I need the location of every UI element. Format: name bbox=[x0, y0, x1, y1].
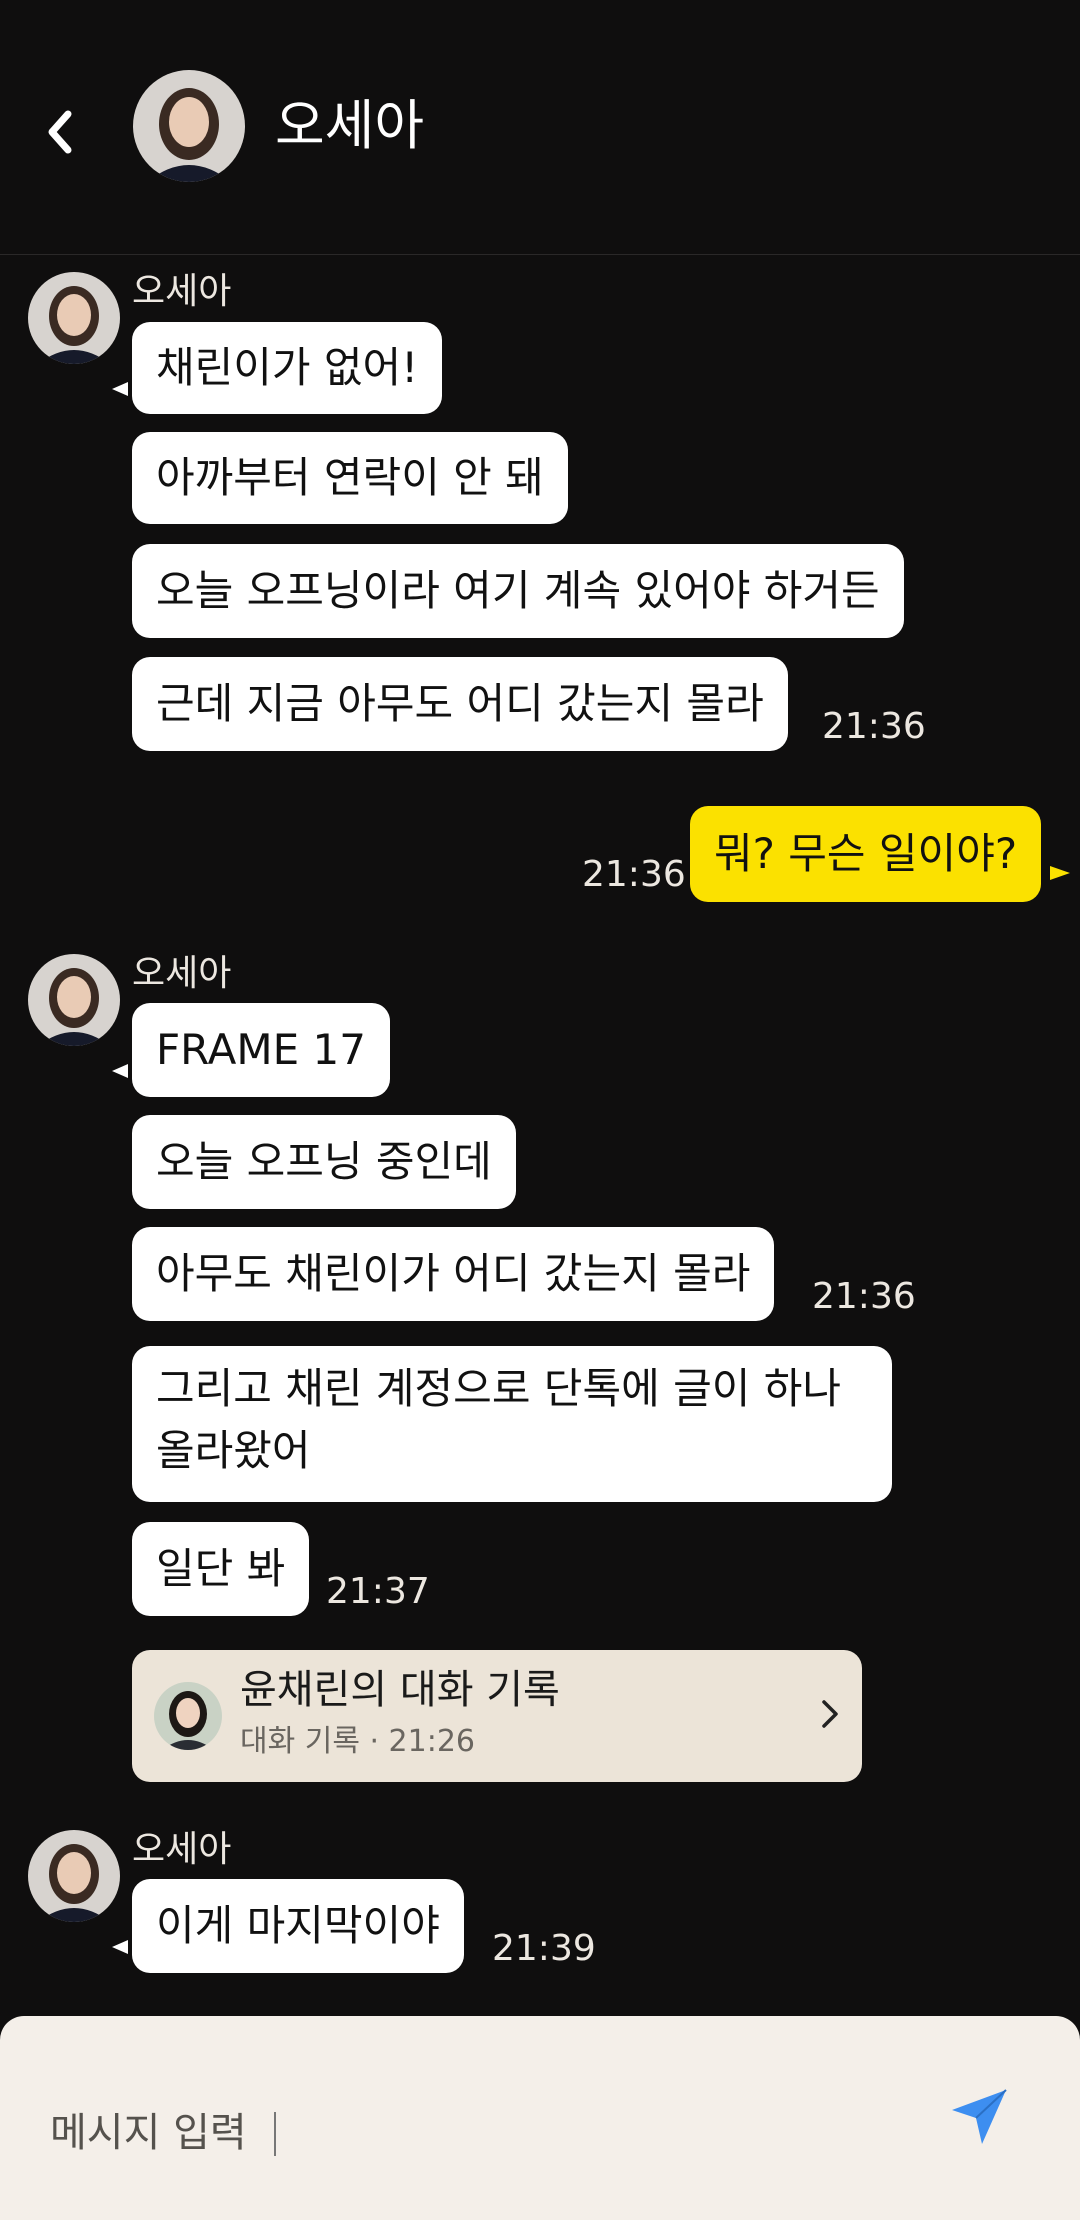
message-time: 21:36 bbox=[812, 1276, 916, 1317]
message-bubble[interactable]: 이게 마지막이야 bbox=[132, 1879, 464, 1973]
chat-record-card[interactable]: 윤채린의 대화 기록 대화 기록 · 21:26 bbox=[132, 1650, 862, 1782]
bubble-tail bbox=[112, 382, 128, 396]
chat-header: 오세아 bbox=[0, 0, 1080, 255]
message-input[interactable] bbox=[48, 2100, 872, 2166]
sender-avatar[interactable] bbox=[28, 1830, 120, 1922]
card-meta: 대화 기록 · 21:26 bbox=[240, 1724, 475, 1759]
sender-name: 오세아 bbox=[132, 1829, 232, 1870]
sender-avatar[interactable] bbox=[28, 272, 120, 364]
message-bubble[interactable]: 그리고 채린 계정으로 단톡에 글이 하나 올라왔어 bbox=[132, 1346, 892, 1502]
my-message-bubble[interactable]: 뭐? 무슨 일이야? bbox=[690, 806, 1042, 902]
message-bubble[interactable]: 근데 지금 아무도 어디 갔는지 몰라 bbox=[132, 657, 788, 751]
message-time: 21:36 bbox=[582, 854, 686, 895]
message-bubble[interactable]: 아까부터 연락이 안 돼 bbox=[132, 432, 568, 524]
message-time: 21:37 bbox=[326, 1571, 430, 1612]
card-title: 윤채린의 대화 기록 bbox=[240, 1667, 560, 1713]
message-bubble[interactable]: 채린이가 없어! bbox=[132, 322, 443, 414]
send-icon[interactable] bbox=[948, 2086, 1010, 2148]
back-icon[interactable] bbox=[38, 102, 82, 162]
sender-avatar[interactable] bbox=[28, 954, 120, 1046]
chevron-right-icon bbox=[822, 1700, 838, 1728]
bubble-tail bbox=[112, 1064, 128, 1078]
message-bubble[interactable]: 오늘 오프닝이라 여기 계속 있어야 하거든 bbox=[132, 544, 904, 638]
message-bubble[interactable]: 오늘 오프닝 중인데 bbox=[132, 1115, 516, 1209]
sender-name: 오세아 bbox=[132, 271, 232, 312]
message-bubble[interactable]: 아무도 채린이가 어디 갔는지 몰라 bbox=[132, 1227, 775, 1321]
card-avatar bbox=[154, 1682, 222, 1750]
message-bubble[interactable]: 일단 봐 bbox=[132, 1522, 310, 1616]
bubble-tail bbox=[1050, 866, 1070, 880]
message-time: 21:36 bbox=[822, 706, 926, 747]
sender-name: 오세아 bbox=[132, 953, 232, 994]
message-input-bar bbox=[0, 2016, 1080, 2220]
message-time: 21:39 bbox=[492, 1928, 596, 1969]
text-cursor bbox=[274, 2112, 276, 2156]
bubble-tail bbox=[112, 1940, 128, 1954]
chat-title: 오세아 bbox=[275, 94, 425, 157]
message-bubble[interactable]: FRAME 17 bbox=[132, 1003, 390, 1097]
contact-avatar[interactable] bbox=[133, 70, 245, 182]
